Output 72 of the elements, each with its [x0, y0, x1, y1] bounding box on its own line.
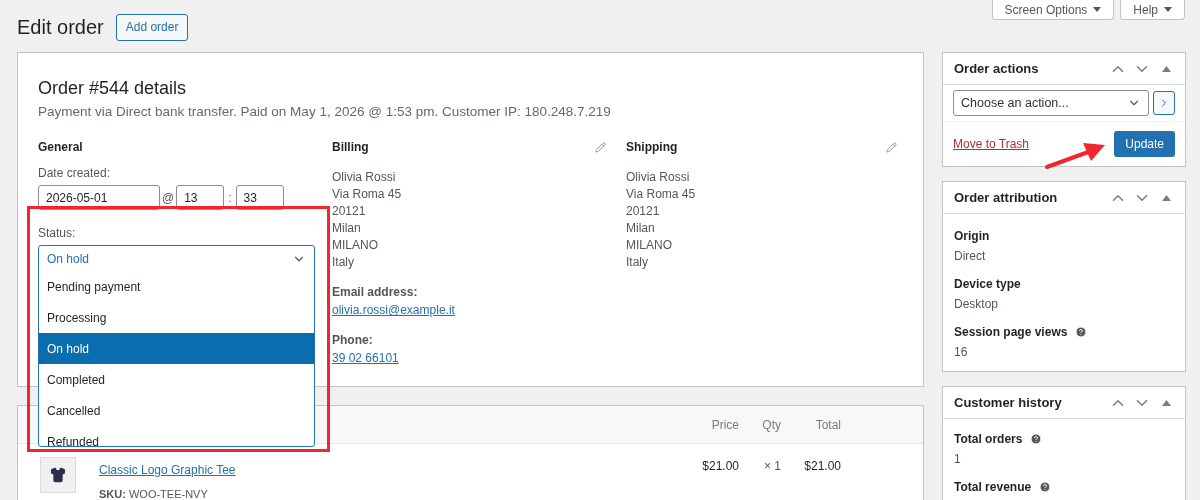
order-title: Order #544 details	[38, 77, 188, 100]
box-title: Order attribution	[954, 188, 1058, 207]
address-line: MILANO	[626, 237, 673, 255]
box-title: Customer history	[954, 393, 1062, 412]
apply-action-button[interactable]	[1153, 91, 1175, 115]
action-select[interactable]: Choose an action...	[953, 90, 1149, 116]
arrow-icon	[1043, 141, 1107, 171]
qty-cell-text: × 1	[763, 458, 781, 475]
field-label: Date created:	[38, 165, 112, 183]
help-tab[interactable]: Help	[1120, 0, 1185, 20]
address-line: Olivia Rossi	[626, 169, 691, 187]
status-dropdown[interactable]: On hold Pending payment Processing On hold Completed Cancelled Refunded	[38, 245, 315, 448]
status-option[interactable]: Pending payment	[39, 271, 314, 303]
address-line: Via Roma 45	[626, 186, 697, 204]
box-title: Order actions	[954, 59, 1039, 78]
order-subtitle: Payment via Direct bank transfer. Paid on May 1, 2026 @ 1:53 pm. Customer IP: 180.248.7.219	[38, 103, 612, 121]
time-separator: :	[227, 189, 233, 207]
triangle-up-icon	[1161, 65, 1171, 72]
add-order-button[interactable]: Add order	[115, 13, 189, 41]
field-value: Desktop	[954, 296, 1000, 313]
field-label: Email address:	[332, 284, 419, 302]
price-cell-text: $21.00	[701, 458, 739, 475]
status-option[interactable]: Processing	[39, 302, 314, 334]
address-line: Milan	[626, 220, 656, 238]
field-label: Total orders	[954, 431, 1023, 448]
section-heading: General	[38, 139, 84, 157]
triangle-up-icon	[1161, 399, 1171, 406]
minute-field[interactable]: 33	[235, 185, 284, 211]
page-title: Edit order	[17, 15, 104, 40]
at-sign: @	[162, 189, 175, 207]
hour-field[interactable]: 13	[176, 185, 225, 211]
address-line: MILANO	[332, 237, 379, 255]
field-label: Total revenue	[954, 479, 1032, 496]
email-link[interactable]: olivia.rossi@example.it	[332, 301, 606, 320]
address-line: Olivia Rossi	[332, 169, 397, 187]
section-heading: Billing	[332, 139, 369, 157]
column-header: Total	[814, 416, 841, 434]
field-label: Origin	[954, 228, 990, 245]
caret-down-icon	[1093, 7, 1102, 12]
status-option[interactable]: Cancelled	[39, 395, 314, 427]
field-label: Session page views	[954, 324, 1068, 341]
date-field[interactable]: 2026-05-01	[38, 185, 160, 211]
field-value: 1	[954, 451, 962, 468]
section-heading: Shipping	[626, 139, 678, 157]
product-link[interactable]: Classic Logo Graphic Tee	[99, 463, 236, 477]
phone-link[interactable]: 39 02 66101	[332, 349, 606, 368]
address-line: 20121	[626, 203, 661, 221]
edit-icon[interactable]	[595, 141, 606, 153]
address-line: Milan	[332, 220, 362, 238]
status-option[interactable]: Completed	[39, 364, 314, 396]
field-value: Direct	[954, 248, 987, 265]
status-option[interactable]: Refunded	[39, 426, 314, 447]
column-header: Qty	[761, 416, 781, 434]
field-label: Phone:	[332, 332, 374, 350]
field-value: 16	[954, 344, 969, 361]
address-line: 20121	[332, 203, 367, 221]
field-label: Status:	[38, 225, 77, 243]
address-line: Italy	[332, 254, 355, 272]
column-header: Price	[710, 416, 739, 434]
address-line: Italy	[626, 254, 649, 272]
edit-icon[interactable]	[886, 141, 897, 153]
screen-options-tab[interactable]: Screen Options	[991, 0, 1115, 20]
triangle-up-icon	[1161, 194, 1171, 201]
move-to-trash-link[interactable]: Move to Trash	[953, 135, 1030, 153]
product-sku: SKU: WOO-TEE-NVY	[99, 487, 209, 500]
caret-down-icon	[1164, 7, 1172, 12]
field-label: Device type	[954, 276, 1021, 293]
shirt-icon	[50, 467, 66, 483]
update-button[interactable]: Update	[1114, 131, 1175, 157]
status-option[interactable]: On hold	[39, 333, 314, 365]
address-line: Via Roma 45	[332, 186, 403, 204]
total-cell-text: $21.00	[803, 458, 841, 475]
